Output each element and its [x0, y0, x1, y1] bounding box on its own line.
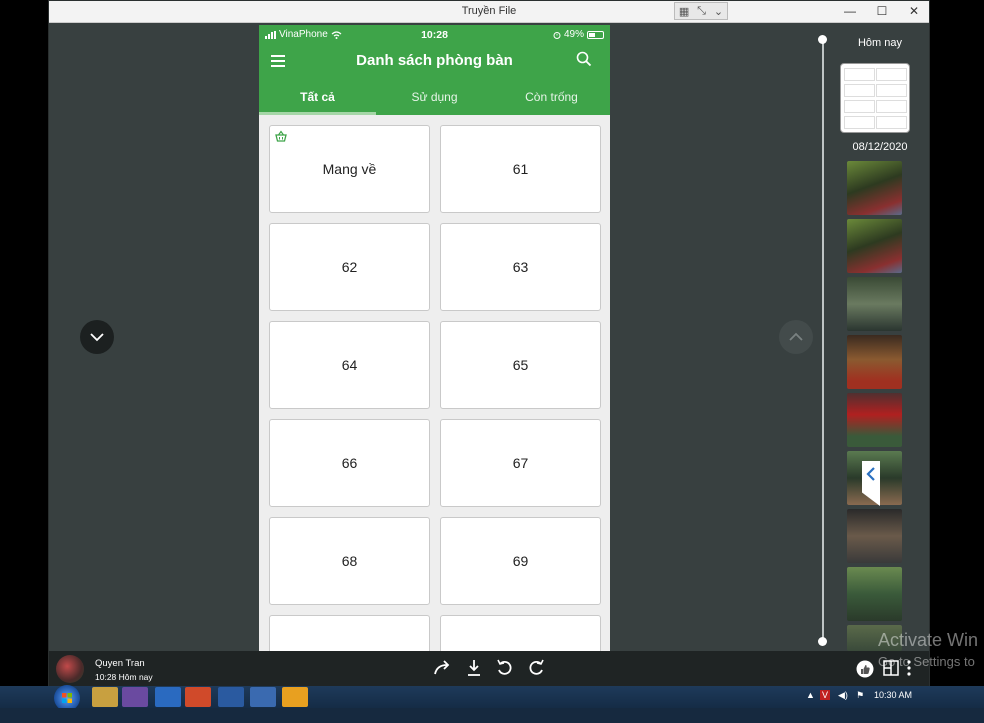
ie-taskbar-icon[interactable] [155, 687, 181, 707]
user-timestamp: 10:28 Hôm nay [95, 672, 153, 682]
timeline-start-dot[interactable] [818, 35, 827, 44]
app-bar: Danh sách phòng bàn [259, 43, 610, 79]
alarm-icon [553, 31, 561, 39]
chevron-down-icon [90, 333, 104, 342]
flag-tray-icon[interactable]: ⚑ [856, 690, 864, 701]
screen: Truyền File ▦ ⤡ ⌄ — ☐ ✕ VinaPhone 10:28 … [0, 0, 984, 723]
title-bar[interactable]: Truyền File ▦ ⤡ ⌄ — ☐ ✕ [49, 1, 929, 23]
rotate-right-button[interactable] [526, 659, 548, 679]
table-card[interactable]: 62 [269, 223, 430, 311]
table-label: 68 [341, 553, 358, 569]
previous-button[interactable] [779, 320, 813, 354]
table-label: 62 [341, 259, 358, 275]
table-label: 64 [341, 357, 358, 373]
status-bar: VinaPhone 10:28 49% [259, 25, 610, 43]
download-icon [468, 660, 480, 676]
table-card-takeaway[interactable]: Mang về [269, 125, 430, 213]
thumbnail-strip: Hôm nay 08/12/2020 [815, 23, 929, 651]
phone-screenshot: VinaPhone 10:28 49% Danh sách phòng bàn … [259, 25, 610, 651]
taskbar: ▲ V ◀) ⚑ 10:30 AM [0, 685, 984, 723]
table-card[interactable]: 61 [440, 125, 601, 213]
table-label: 66 [341, 455, 358, 471]
battery-percent: 49% [563, 29, 584, 40]
table-label: 69 [512, 553, 529, 569]
table-card[interactable]: 65 [440, 321, 601, 409]
teamviewer-taskbar-icon[interactable] [250, 687, 276, 707]
table-card[interactable] [440, 615, 601, 651]
forward-button[interactable] [433, 659, 455, 679]
avatar [56, 655, 84, 683]
rotate-right-icon [529, 659, 544, 675]
share-icon [434, 660, 450, 675]
timeline-track[interactable] [822, 39, 824, 643]
activation-watermark: Activate Win [878, 630, 979, 650]
search-button[interactable] [576, 51, 596, 71]
user-name: Quyen Tran [95, 658, 145, 669]
word-taskbar-icon[interactable] [218, 687, 244, 707]
table-label: 63 [512, 259, 529, 275]
collapse-icon[interactable]: ⤡ [697, 5, 706, 18]
date-label: 08/12/2020 [852, 141, 908, 153]
thumbnail-photo[interactable] [847, 509, 902, 563]
table-card[interactable]: 66 [269, 419, 430, 507]
rotate-left-button[interactable] [495, 659, 517, 679]
app-header: VinaPhone 10:28 49% Danh sách phòng bàn … [259, 25, 610, 115]
chevron-left-icon [866, 467, 875, 481]
next-button[interactable] [80, 320, 114, 354]
file-transfer-window: Truyền File ▦ ⤡ ⌄ — ☐ ✕ VinaPhone 10:28 … [48, 0, 930, 686]
timeline-end-dot[interactable] [818, 637, 827, 646]
maximize-button[interactable]: ☐ [869, 3, 895, 19]
volume-tray-icon[interactable]: ◀) [838, 690, 848, 701]
search-icon [576, 51, 592, 67]
titlebar-tools[interactable]: ▦ ⤡ ⌄ [674, 2, 728, 20]
download-button[interactable] [464, 659, 486, 679]
table-label: 61 [512, 161, 529, 177]
like-button[interactable] [855, 659, 877, 679]
grid-icon[interactable]: ▦ [679, 5, 689, 18]
tray-expand-icon[interactable]: ▲ [806, 690, 815, 700]
battery-icon [587, 30, 604, 39]
chevron-up-icon [789, 332, 803, 341]
today-label: Hôm nay [857, 37, 903, 49]
minimize-button[interactable]: — [837, 3, 863, 19]
image-viewer: VinaPhone 10:28 49% Danh sách phòng bàn … [49, 23, 815, 651]
thumbnail-photo[interactable] [847, 219, 902, 273]
table-card[interactable]: 63 [440, 223, 601, 311]
close-button[interactable]: ✕ [901, 3, 927, 19]
window-title: Truyền File [461, 5, 517, 17]
table-label: 67 [512, 455, 529, 471]
chrome-taskbar-icon[interactable] [185, 687, 211, 707]
thumbnail-photo[interactable] [847, 393, 902, 447]
table-label: Mang về [322, 161, 377, 177]
file-transfer-taskbar-icon[interactable] [282, 687, 308, 707]
table-card[interactable]: 69 [440, 517, 601, 605]
chevron-down-icon[interactable]: ⌄ [714, 5, 723, 18]
rotate-left-icon [497, 659, 512, 675]
viber-taskbar-icon[interactable] [122, 687, 148, 707]
tab-all[interactable]: Tất cả [259, 81, 376, 115]
tab-in-use[interactable]: Sử dụng [376, 81, 493, 115]
table-label: 65 [512, 357, 529, 373]
thumbs-up-icon [856, 660, 874, 678]
thumbnail-photo[interactable] [847, 277, 902, 331]
thumbnail-photo[interactable] [847, 567, 902, 621]
activation-watermark-hint: Go to Settings to [878, 654, 975, 669]
table-card[interactable]: 67 [440, 419, 601, 507]
page-title: Danh sách phòng bàn [356, 52, 513, 69]
thumbnail-photo[interactable] [847, 335, 902, 389]
thumbnail-photo[interactable] [847, 161, 902, 215]
taskbar-clock[interactable]: 10:30 AM [874, 690, 912, 700]
tab-bar: Tất cả Sử dụng Còn trống [259, 81, 610, 115]
table-card[interactable] [269, 615, 430, 651]
basket-icon [275, 130, 287, 142]
explorer-taskbar-icon[interactable] [92, 687, 118, 707]
action-bar: Quyen Tran 10:28 Hôm nay [49, 651, 929, 686]
tab-available[interactable]: Còn trống [493, 81, 610, 115]
table-card[interactable]: 64 [269, 321, 430, 409]
antivirus-tray-icon[interactable]: V [820, 690, 831, 700]
table-card[interactable]: 68 [269, 517, 430, 605]
taskbar-lower-row [0, 708, 984, 723]
thumbnail-current[interactable] [840, 63, 910, 133]
